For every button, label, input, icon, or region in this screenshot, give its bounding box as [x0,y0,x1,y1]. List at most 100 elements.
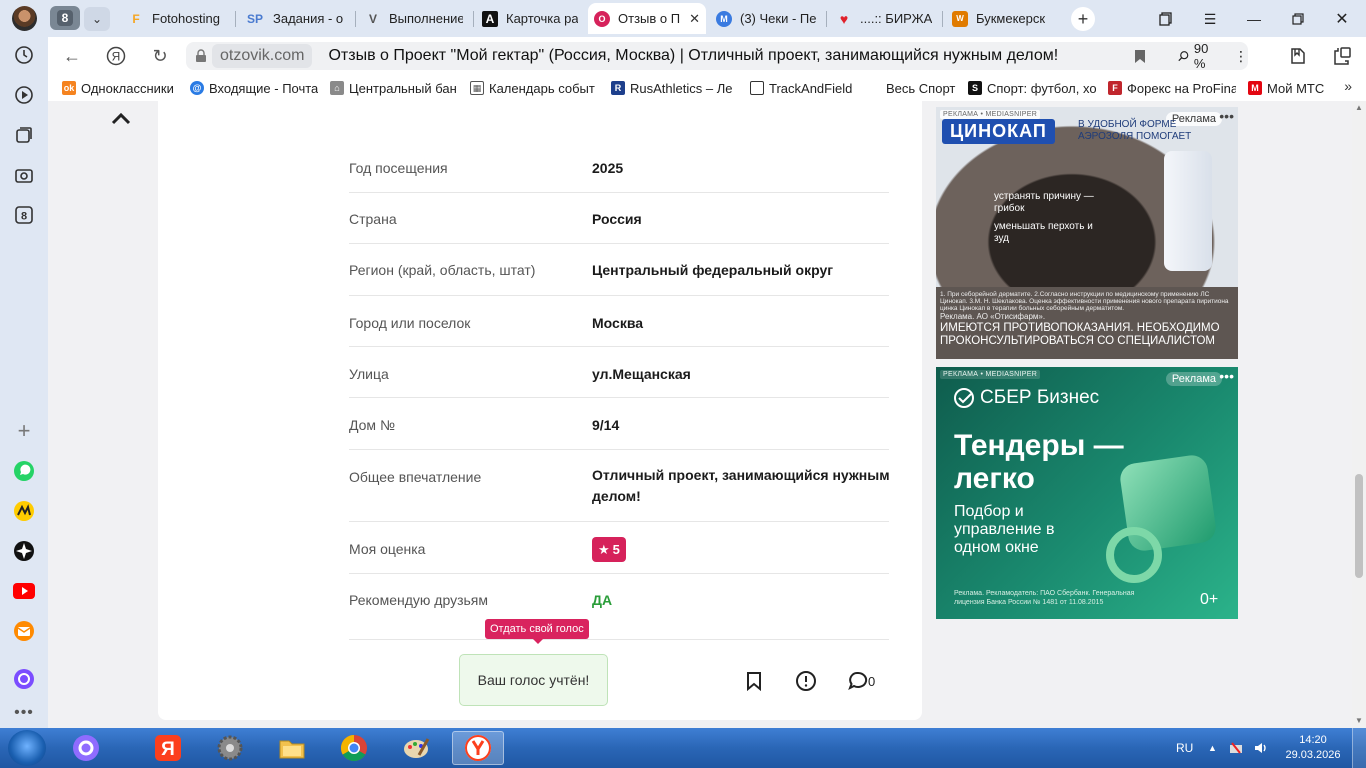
collapse-up-chevron-icon[interactable] [110,111,132,130]
tab-zadaniya[interactable]: SP Задания - of [239,3,349,34]
bookmarks-bar: ok Одноклассники @ Входящие - Почта ⌂ Це… [48,75,1366,101]
tab-list-chevron-icon[interactable]: ⌄ [84,7,110,31]
tab-kartochka[interactable]: A Карточка ра [476,3,584,34]
bookmark-calendar[interactable]: ▦ Календарь событ [470,79,598,97]
comments-button[interactable]: 0 [848,669,888,693]
lock-icon [192,47,210,65]
bookmark-central-bank[interactable]: ⌂ Центральный бан [330,79,456,97]
downloads-icon[interactable] [1286,44,1310,68]
bookmark-review-icon[interactable] [742,669,766,693]
ad-fine-print-block: 1. При себорейной дерматите. 2.Согласно … [936,287,1238,359]
scroll-up-arrow-icon[interactable]: ▲ [1355,103,1363,112]
tray-expand-icon[interactable]: ▲ [1208,728,1217,768]
taskbar-clock[interactable]: 14:20 29.03.2026 [1285,733,1341,763]
bookmark-forex[interactable]: F Форекс на ProFina [1108,79,1236,97]
row-label: Улица [349,366,389,382]
bookmark-ves-sport[interactable]: Весь Спорт [886,79,966,97]
taskbar-paint-icon[interactable] [390,731,442,765]
ad-product-bottle [1164,151,1212,271]
yandex-market-icon[interactable] [12,499,36,523]
screenshot-camera-icon[interactable] [12,163,36,187]
taskbar-yandex-icon[interactable]: Я [142,731,194,765]
ad-age-rating: 0+ [1200,591,1219,608]
tab-otzyv-active[interactable]: O Отзыв о П ✕ [588,3,706,34]
tabs-8-icon[interactable]: 8 [12,203,36,227]
minimize-icon[interactable]: — [1243,8,1265,30]
browser-sidebar: 8 + ••• [0,37,48,728]
collections-icon[interactable] [1155,8,1177,30]
otzovik-favicon: O [594,10,610,27]
windows-taskbar: Я RU ▲ 14:20 29.03.2026 [0,728,1366,768]
volume-speaker-icon[interactable] [1253,728,1269,768]
reload-icon[interactable]: ↻ [148,44,172,68]
ad-banner-sber[interactable]: РЕКЛАМА • MEDIASNIPER Реклама ••• СБЕР Б… [936,367,1238,619]
page-menu-dots-icon[interactable]: ⋮ [1234,48,1248,65]
svg-text:8: 8 [21,211,27,223]
play-video-icon[interactable] [12,83,36,107]
bookmark-trackandfield[interactable]: TrackAndField [750,79,862,97]
scroll-down-arrow-icon[interactable]: ▼ [1355,716,1363,725]
ad-more-icon[interactable]: ••• [1219,368,1234,384]
bookmark-label: Одноклассники [81,80,174,96]
history-clock-icon[interactable] [12,43,36,67]
mail-icon: @ [190,81,204,95]
whatsapp-icon[interactable] [12,459,36,483]
row-value: Отличный проект, занимающийся нужным дел… [592,467,890,504]
bookmark-page-icon[interactable] [1128,44,1152,68]
show-desktop-button[interactable] [1352,728,1366,768]
bookmark-odnoklassniki[interactable]: ok Одноклассники [62,79,182,97]
bookmarks-overflow-icon[interactable]: » [1344,78,1352,94]
tab-birzha[interactable]: ♥ ....:: БИРЖА [830,3,938,34]
taskbar-gear-icon[interactable] [204,731,256,765]
review-row-house: Дом № 9/14 [349,398,889,450]
tab-fotohosting[interactable]: F Fotohosting [122,3,230,34]
close-window-icon[interactable]: ✕ [1331,8,1353,30]
tab-title: (3) Чеки - Пе [740,11,816,26]
ad-banner-zinocap[interactable]: РЕКЛАМА • MEDIASNIPER Реклама ••• ЦИНОКА… [936,107,1238,359]
youtube-icon[interactable] [12,579,36,603]
svg-text:Я: Я [112,50,121,64]
add-panel-plus-icon[interactable]: + [12,418,36,443]
mail-envelope-icon[interactable] [12,619,36,643]
row-label: Моя оценка [349,541,426,557]
ad-fine-print: Реклама. Рекламодатель: ПАО Сбербанк. Ге… [954,590,1135,606]
taskbar-explorer-folder-icon[interactable] [266,731,318,765]
page-scrollbar[interactable]: ▲ ▼ [1352,101,1366,728]
zoom-control[interactable]: 90 % ⋮ [1168,41,1248,71]
alice-assistant-icon[interactable] [12,667,36,691]
tab-counter-button[interactable]: 8 [50,6,80,30]
row-value: Центральный федеральный округ [592,262,834,278]
tab-bukmekersk[interactable]: W Букмекерск [946,3,1058,34]
address-field[interactable]: otzovik.com Отзыв о Проект "Мой гектар" … [186,42,1246,70]
taskbar-chrome-icon[interactable] [328,731,380,765]
browser-menu-icon[interactable]: ☰ [1199,8,1221,30]
close-tab-icon[interactable]: ✕ [689,11,700,27]
restore-window-icon[interactable] [1287,8,1309,30]
bookmark-label: Календарь событ [489,80,595,96]
profile-avatar[interactable] [12,6,37,31]
zoom-level: 90 % [1193,41,1209,71]
report-exclamation-icon[interactable] [794,669,818,693]
network-icon[interactable] [1228,728,1244,768]
taskbar-alice-icon[interactable] [60,731,112,765]
language-indicator[interactable]: RU [1176,728,1193,768]
yandex-home-icon[interactable]: Я [104,44,128,68]
bookmark-mts[interactable]: M Мой МТС [1248,79,1324,97]
bookmark-inbox[interactable]: @ Входящие - Почта [190,79,318,97]
bookmark-rusathletics[interactable]: R RusAthletics – Ле [611,79,737,97]
more-dots-icon[interactable]: ••• [12,701,36,725]
mts-icon: M [1248,81,1262,95]
alice-star-icon[interactable] [12,539,36,563]
tab-cheki[interactable]: M (3) Чеки - Пе [710,3,822,34]
bookmark-sport-football[interactable]: S Спорт: футбол, хо [968,79,1096,97]
scrollbar-thumb[interactable] [1355,474,1363,578]
taskbar-yandex-browser-icon[interactable] [452,731,504,765]
notes-icon[interactable] [12,123,36,147]
vote-status-box[interactable]: Ваш голос учтён! [459,654,608,706]
new-tab-plus-icon[interactable]: + [1071,7,1095,31]
extensions-icon[interactable] [1330,44,1354,68]
start-button[interactable] [8,730,46,766]
bookmark-label: RusAthletics – Ле [630,80,733,96]
tab-vypolnenie[interactable]: V Выполнение [359,3,469,34]
back-arrow-icon[interactable]: ← [60,44,84,68]
